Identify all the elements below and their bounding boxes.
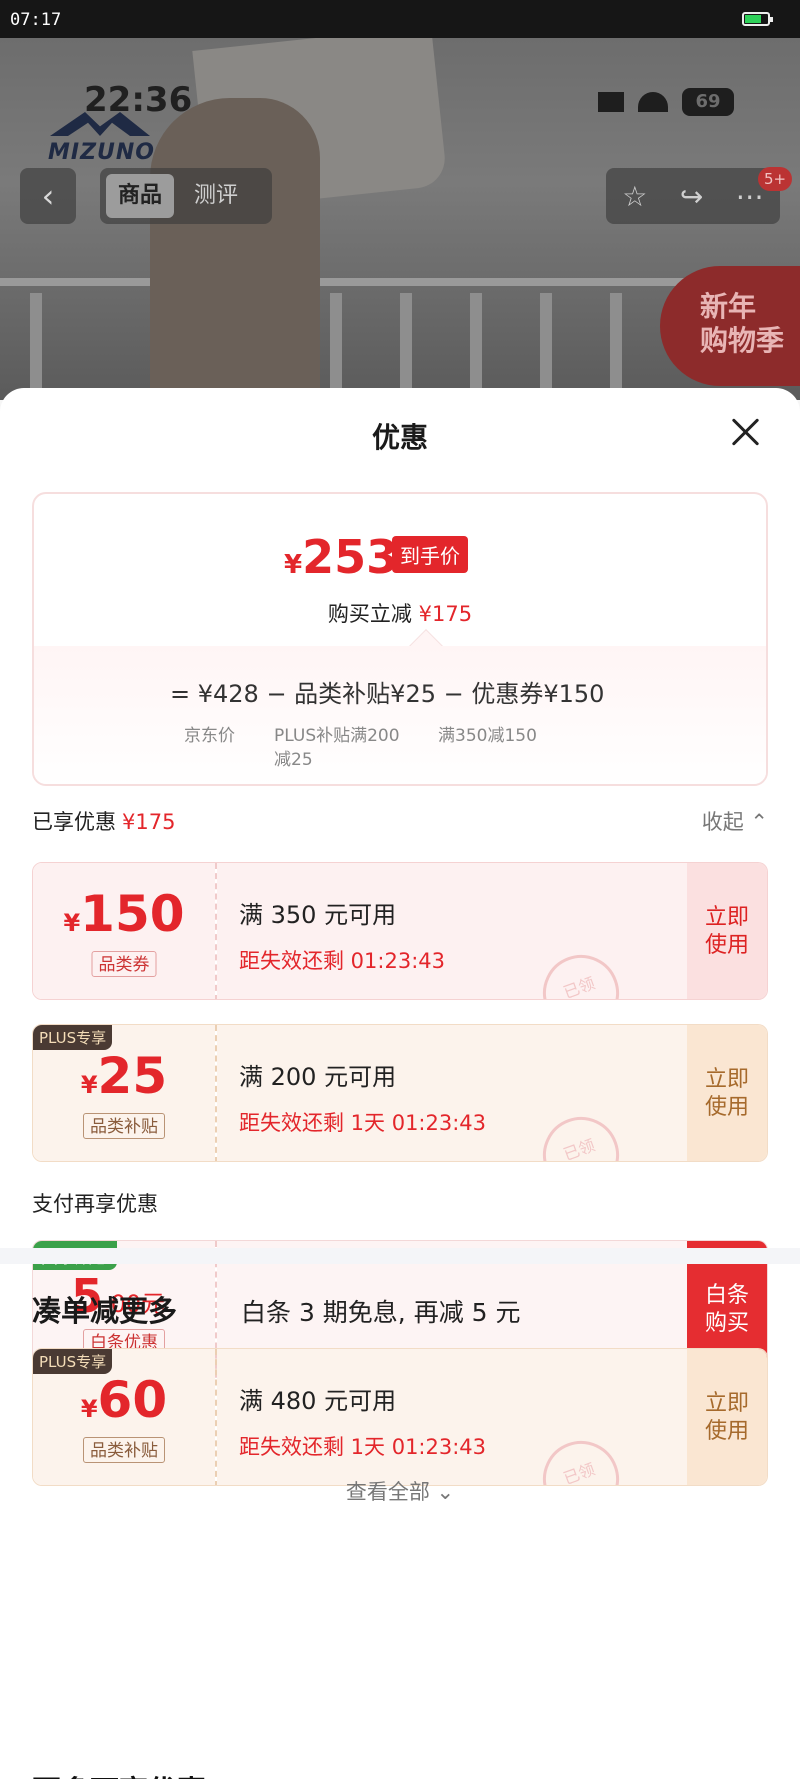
coupon-expiry: 距失效还剩 1天 01:23:43	[239, 1435, 487, 1459]
railing-post	[330, 293, 342, 400]
railing-post	[470, 293, 482, 400]
coupon-condition: 满 350 元可用	[239, 901, 397, 929]
chevron-left-icon: ‹	[41, 177, 55, 215]
instant-saving-label: 购买立减	[327, 602, 412, 626]
festival-banner[interactable]: 新年 购物季	[660, 266, 800, 386]
coupon-value-area: PLUS专享 ¥60 品类补贴	[33, 1349, 215, 1485]
enjoyed-discount-label: 已享优惠 ¥175	[32, 806, 175, 836]
use-now-line2: 使用	[704, 933, 749, 958]
status-bar: 07:17	[0, 0, 800, 38]
signal-icon	[598, 92, 624, 112]
festival-line-2: 购物季	[700, 324, 785, 357]
railing-post	[610, 293, 622, 400]
instant-saving: 购买立减 ¥175	[34, 598, 766, 628]
final-price-value: 253	[302, 530, 399, 584]
coupon-amount: ¥60	[33, 1371, 215, 1429]
enjoyed-amount: ¥175	[122, 810, 176, 834]
coupon-value-area: PLUS专享 ¥25 品类补贴	[33, 1025, 215, 1161]
coupon-amount: ¥150	[33, 885, 215, 943]
more-offers-title: 更多可享优惠	[32, 1768, 206, 1779]
tab-product[interactable]: 商品	[106, 174, 175, 218]
coupon-expiry: 距失效还剩 1天 01:23:43	[239, 1111, 487, 1135]
section-separator	[0, 1248, 800, 1264]
coupon-type: 品类券	[91, 951, 157, 977]
status-time: 07:17	[10, 10, 62, 30]
overlay-status-icons: 69	[598, 88, 734, 116]
use-now-button[interactable]: 立即 使用	[687, 863, 767, 999]
coupon-info: 满 200 元可用 距失效还剩 1天 01:23:43 已领	[217, 1025, 687, 1161]
enjoyed-label-text: 已享优惠	[32, 810, 116, 834]
close-icon[interactable]	[728, 414, 764, 450]
coupon-expiry: 距失效还剩 01:23:43	[239, 949, 445, 973]
payment-discount-label: 支付再享优惠	[32, 1192, 158, 1216]
baitiao-line2: 购买	[704, 1311, 749, 1336]
price-summary-card: ¥253 到手价 购买立减 ¥175 = ¥428 − 品类补贴¥25 − 优惠…	[32, 492, 768, 786]
use-now-line1: 立即	[704, 1067, 749, 1092]
coupon-condition-label: 满350减150	[438, 726, 537, 746]
use-now-line1: 立即	[704, 1391, 749, 1416]
instant-saving-amount: ¥175	[418, 602, 473, 626]
model-leg	[150, 98, 320, 400]
final-price-section: ¥253 到手价 购买立减 ¥175	[34, 494, 766, 646]
coupon-condition: 满 200 元可用	[239, 1063, 397, 1091]
final-price: ¥253	[284, 530, 398, 584]
price-breakdown: = ¥428 − 品类补贴¥25 − 优惠券¥150 京东价 PLUS补贴满20…	[34, 646, 766, 784]
coupon-condition: 满 480 元可用	[239, 1387, 397, 1415]
final-price-tag: 到手价	[392, 536, 468, 573]
header-actions: ☆ ↪ ⋯	[606, 168, 780, 224]
baitiao-line1: 白条	[704, 1283, 749, 1308]
share-icon[interactable]: ↪	[680, 180, 703, 213]
plus-subsidy-label: PLUS补贴满200 减25	[274, 724, 400, 772]
coupon-type: 品类补贴	[83, 1113, 165, 1139]
star-icon[interactable]: ☆	[622, 180, 647, 213]
coupon-amount-value: 25	[97, 1047, 168, 1105]
payment-description: 白条 3 期免息, 再减 5 元	[241, 1298, 521, 1327]
coupon-value-area: ¥150 品类券	[33, 863, 215, 999]
coupon-card: PLUS专享 ¥25 品类补贴 满 200 元可用 距失效还剩 1天 01:23…	[32, 1024, 768, 1162]
brand-logo-word: MIZUNO	[48, 140, 156, 165]
coupon-card: ¥150 品类券 满 350 元可用 距失效还剩 01:23:43 已领 立即使…	[32, 862, 768, 1000]
use-now-line1: 立即	[704, 905, 749, 930]
sheet-title: 优惠	[371, 421, 428, 454]
coupon-yen: ¥	[63, 909, 81, 937]
coupon-amount-value: 150	[80, 885, 185, 943]
message-badge: 5+	[758, 167, 793, 191]
overlay-time: 22:36	[84, 80, 193, 120]
final-price-yen: ¥	[284, 550, 303, 580]
use-now-line2: 使用	[704, 1095, 749, 1120]
use-now-button[interactable]: 立即 使用	[687, 1025, 767, 1161]
plus-subsidy-line1: PLUS补贴满200	[274, 726, 400, 746]
more-discount-title: 凑单减更多	[32, 1294, 178, 1328]
use-now-button[interactable]: 立即 使用	[687, 1349, 767, 1485]
coupon-info: 满 480 元可用 距失效还剩 1天 01:23:43 已领	[217, 1349, 687, 1485]
jd-price-label: 京东价	[184, 726, 235, 746]
overlay-battery: 69	[682, 88, 734, 116]
plus-subsidy-line2: 减25	[274, 750, 313, 770]
claimed-stamp: 已领	[532, 944, 630, 999]
product-hero-image: MIZUNO 22:36 69 ‹ 商品 测评 ☆ ↪ ⋯ 5+ 新年 购物季	[0, 38, 800, 400]
coupon-info: 满 350 元可用 距失效还剩 01:23:43 已领	[217, 863, 687, 999]
railing-post	[400, 293, 412, 400]
coupon-card: PLUS专享 ¥60 品类补贴 满 480 元可用 距失效还剩 1天 01:23…	[32, 1348, 768, 1486]
claimed-stamp: 已领	[532, 1106, 630, 1161]
railing-post	[540, 293, 552, 400]
use-now-line2: 使用	[704, 1419, 749, 1444]
railing-post	[30, 293, 42, 400]
back-button[interactable]: ‹	[20, 168, 76, 224]
collapse-button[interactable]: 收起 ⌃	[702, 806, 768, 836]
coupon-type: 品类补贴	[83, 1437, 165, 1463]
battery-icon	[742, 12, 773, 26]
coupon-yen: ¥	[80, 1395, 98, 1423]
coupon-amount-value: 60	[97, 1371, 168, 1429]
discount-sheet: 优惠 ¥253 到手价 购买立减 ¥175 = ¥428 − 品类补贴¥25 −…	[0, 388, 800, 1779]
coupon-yen: ¥	[80, 1071, 98, 1099]
price-formula: = ¥428 − 品类补贴¥25 − 优惠券¥150	[170, 680, 605, 708]
coupon-amount: ¥25	[33, 1047, 215, 1105]
tab-review[interactable]: 测评	[182, 174, 250, 218]
view-all-button[interactable]: 查看全部 ⌄	[0, 1476, 800, 1506]
festival-line-1: 新年	[700, 290, 757, 323]
product-tabs: 商品 测评	[100, 168, 272, 224]
wifi-icon	[638, 92, 668, 112]
